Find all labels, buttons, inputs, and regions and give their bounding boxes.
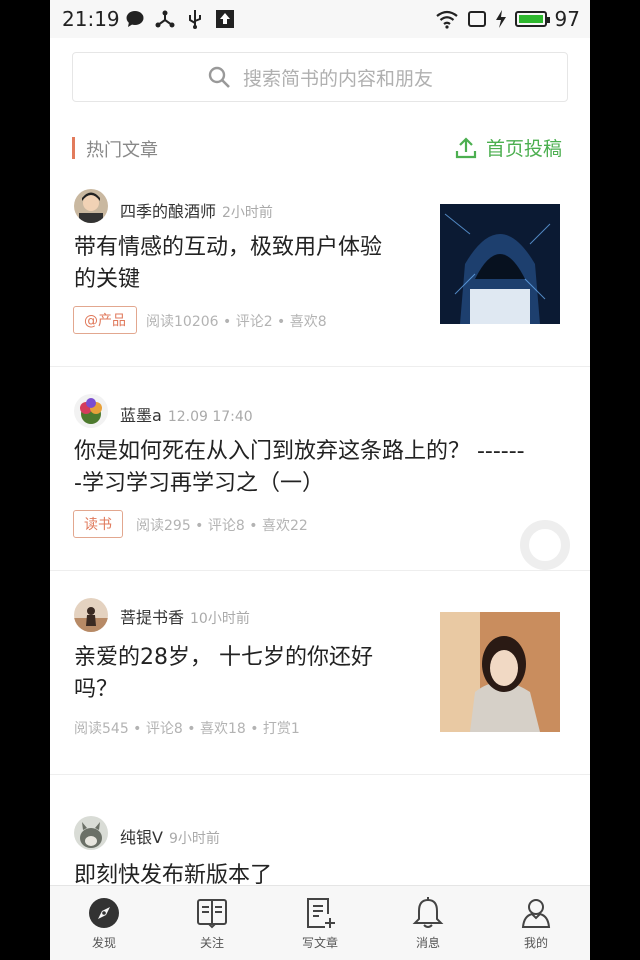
battery-percent: 97 (554, 7, 580, 31)
status-time: 21:19 (62, 7, 120, 31)
tab-messages[interactable]: 消息 (374, 886, 482, 960)
title-line: 的关键 (74, 267, 141, 292)
title-line: 你是如何死在从入门到放弃这条路上的？ ------ (74, 439, 525, 464)
author-line: 四季的酿酒师 2小时前 (120, 198, 273, 222)
avatar[interactable] (74, 189, 108, 223)
article-title[interactable]: 你是如何死在从入门到放弃这条路上的？ ------ -学习学习再学习之（一） (74, 436, 525, 500)
article-card[interactable]: 蓝墨a 12.09 17:40 你是如何死在从入门到放弃这条路上的？ ------… (50, 366, 590, 571)
charging-icon (495, 10, 506, 28)
person-icon (521, 899, 551, 928)
post-time: 2小时前 (222, 205, 273, 221)
avatar[interactable] (74, 816, 108, 850)
tab-discover[interactable]: 发现 (50, 886, 158, 960)
sim-icon (467, 11, 486, 27)
article-title[interactable]: 带有情感的互动，极致用户体验 的关键 (74, 232, 382, 296)
avatar[interactable] (74, 598, 108, 632)
wifi-icon (435, 10, 458, 29)
author-line: 纯银V 9小时前 (120, 824, 220, 848)
author-name[interactable]: 菩提书香 (120, 608, 184, 627)
article-card[interactable]: 四季的酿酒师 2小时前 带有情感的互动，极致用户体验 的关键 @产品 阅读1020… (50, 172, 590, 367)
tab-label: 关注 (199, 936, 224, 950)
section-header: 热门文章 首页投稿 (72, 134, 568, 162)
tab-write[interactable]: 写文章 (266, 886, 374, 960)
status-bar: 21:19 97 (50, 0, 590, 38)
author-line: 菩提书香 10小时前 (120, 604, 250, 628)
article-stats: 阅读545 • 评论8 • 喜欢18 • 打赏1 (74, 721, 300, 737)
post-time: 10小时前 (190, 611, 250, 627)
post-time: 9小时前 (168, 831, 220, 847)
floating-assistive-button[interactable] (520, 520, 570, 570)
notification-icons (125, 9, 235, 29)
tab-label: 我的 (523, 936, 548, 950)
category-tag[interactable]: @产品 (73, 306, 137, 334)
article-card[interactable]: 纯银V 9小时前 即刻快发布新版本了 (50, 774, 590, 894)
author-name[interactable]: 蓝墨a (120, 406, 162, 425)
section-title: 热门文章 (86, 140, 158, 161)
article-title[interactable]: 亲爱的28岁， 十七岁的你还好 吗？ (74, 642, 373, 706)
post-time: 12.09 17:40 (167, 409, 253, 425)
usb-icon (189, 10, 201, 29)
tab-profile[interactable]: 我的 (482, 886, 590, 960)
author-name[interactable]: 纯银V (120, 828, 163, 847)
tab-label: 消息 (415, 936, 440, 950)
submit-article-button[interactable]: 首页投稿 (454, 134, 562, 161)
submit-article-label: 首页投稿 (485, 138, 562, 160)
category-tag[interactable]: 读书 (73, 510, 123, 538)
section-accent-bar (72, 137, 75, 159)
book-icon (197, 899, 227, 929)
search-icon (208, 66, 230, 88)
app-screen: 21:19 97 搜索简书的内容和朋友 热门文章 首页投稿 四季的酿酒师 2小时… (50, 0, 590, 960)
article-card[interactable]: 菩提书香 10小时前 亲爱的28岁， 十七岁的你还好 吗？ 阅读545 • 评论8… (50, 570, 590, 775)
article-thumbnail[interactable] (440, 612, 560, 732)
chat-icon (126, 11, 144, 27)
upload-icon (216, 10, 234, 28)
article-stats: 阅读295 • 评论8 • 喜欢22 (136, 518, 308, 534)
search-placeholder: 搜索简书的内容和朋友 (242, 67, 433, 90)
bottom-tab-bar: 发现 关注 写文章 消息 我的 (50, 885, 590, 960)
status-right: 97 (435, 7, 580, 31)
compass-icon (89, 898, 119, 928)
title-line: 吗？ (74, 677, 119, 702)
upload-icon (455, 136, 477, 158)
battery-icon (514, 11, 550, 27)
author-name[interactable]: 四季的酿酒师 (120, 202, 216, 221)
tab-label: 发现 (91, 936, 116, 950)
title-line: -学习学习再学习之（一） (74, 471, 324, 496)
tab-follow[interactable]: 关注 (158, 886, 266, 960)
article-stats: 阅读10206 • 评论2 • 喜欢8 (146, 314, 327, 330)
title-line: 带有情感的互动，极致用户体验 (74, 235, 383, 260)
title-line: 亲爱的28岁， 十七岁的你还好 (74, 645, 373, 670)
write-icon (307, 898, 335, 928)
author-line: 蓝墨a 12.09 17:40 (120, 402, 253, 426)
article-thumbnail[interactable] (440, 204, 560, 324)
bell-icon (412, 897, 444, 928)
usb-share-icon (155, 10, 175, 28)
tab-label: 写文章 (301, 936, 338, 950)
search-bar[interactable]: 搜索简书的内容和朋友 (72, 52, 568, 102)
avatar[interactable] (74, 394, 108, 428)
